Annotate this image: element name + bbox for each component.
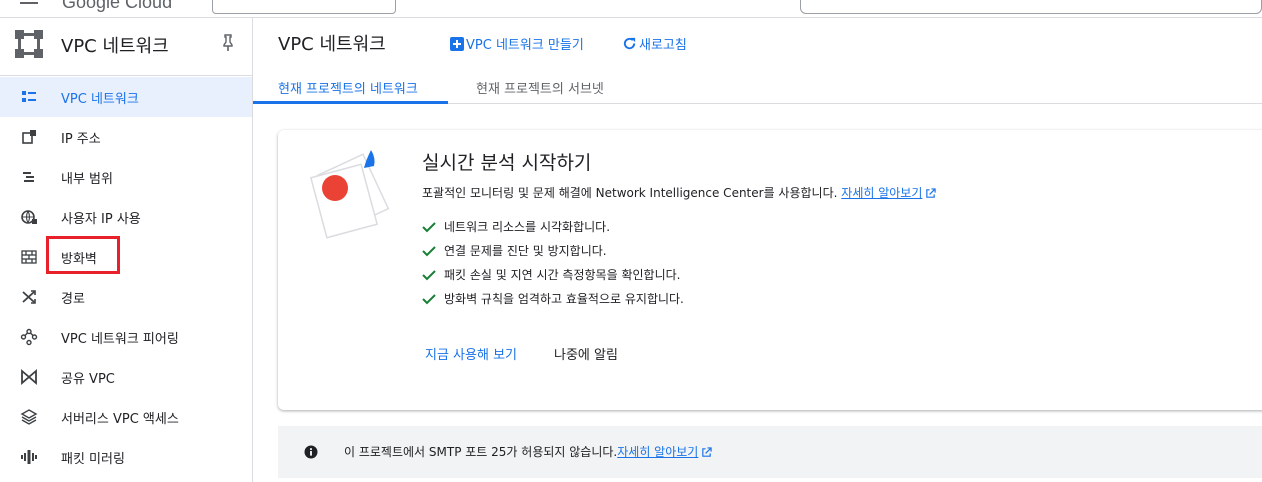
check-icon <box>422 293 436 304</box>
internal-range-icon <box>23 172 34 182</box>
google-cloud-logo[interactable]: Google Cloud <box>62 0 172 13</box>
page-title: VPC 네트워크 <box>278 34 386 55</box>
firewall-highlight-box <box>46 236 120 274</box>
feature-text: 연결 문제를 진단 및 방지합니다. <box>444 244 607 258</box>
tab-current-project-networks[interactable]: 현재 프로젝트의 네트워크 <box>278 78 418 97</box>
sidebar-item-vpc-network[interactable]: VPC 네트워크 <box>0 77 252 117</box>
sidebar-item-byoip[interactable]: 사용자 IP 사용 <box>0 197 252 237</box>
card-description-text: 포괄적인 모니터링 및 문제 해결에 Network Intelligence … <box>422 186 838 200</box>
check-icon <box>422 221 436 232</box>
search-bar[interactable] <box>800 0 1262 14</box>
remind-later-button[interactable]: 나중에 알림 <box>554 344 618 363</box>
sidebar-item-label: 서버리스 VPC 액세스 <box>61 412 179 427</box>
feature-text: 방화벽 규칙을 엄격하고 효율적으로 유지합니다. <box>444 292 684 306</box>
sidebar-item-serverless-vpc[interactable]: 서버리스 VPC 액세스 <box>0 397 252 437</box>
vpc-network-icon <box>22 91 36 102</box>
card-heading: 실시간 분석 시작하기 <box>422 152 592 174</box>
external-link-icon <box>702 447 713 457</box>
hamburger-menu-icon[interactable] <box>20 0 38 4</box>
banner-text: 이 프로젝트에서 SMTP 포트 25가 허용되지 않습니다. <box>344 445 618 459</box>
ip-address-icon <box>22 130 36 144</box>
sidebar-item-routes[interactable]: 경로 <box>0 277 252 317</box>
network-intelligence-card: 실시간 분석 시작하기 포괄적인 모니터링 및 문제 해결에 Network I… <box>278 130 1262 410</box>
packet-mirroring-icon <box>21 450 37 464</box>
sidebar-item-label: 경로 <box>61 292 85 307</box>
sidebar: VPC 네트워크 VPC 네트워크 IP 주소 내부 범위 사용자 IP 사용 … <box>0 18 253 482</box>
check-icon <box>422 269 436 280</box>
sidebar-item-ip-address[interactable]: IP 주소 <box>0 117 252 157</box>
active-tab-indicator <box>253 101 448 104</box>
pin-icon[interactable] <box>221 34 235 52</box>
sidebar-item-internal-range[interactable]: 내부 범위 <box>0 157 252 197</box>
tab-current-project-subnets[interactable]: 현재 프로젝트의 서브넷 <box>476 78 604 97</box>
external-link-icon <box>926 188 937 198</box>
sidebar-item-peering[interactable]: VPC 네트워크 피어링 <box>0 317 252 357</box>
feature-check-item: 네트워크 리소스를 시각화합니다. <box>422 218 610 235</box>
sidebar-item-firewall[interactable]: 방화벽 <box>0 237 252 277</box>
sidebar-item-label: 패킷 미러링 <box>61 452 125 467</box>
feature-text: 네트워크 리소스를 시각화합니다. <box>444 220 611 234</box>
sidebar-item-label: VPC 네트워크 피어링 <box>61 332 179 347</box>
sidebar-item-label: 공유 VPC <box>61 372 115 387</box>
banner-learn-more-link[interactable]: 자세히 알아보기 <box>617 445 698 459</box>
info-icon <box>304 445 318 459</box>
refresh-button[interactable]: 새로고침 <box>622 34 687 53</box>
banner-message: 이 프로젝트에서 SMTP 포트 25가 허용되지 않습니다.자세히 알아보기 <box>344 443 713 460</box>
sidebar-item-label: IP 주소 <box>61 132 101 147</box>
shared-vpc-icon <box>21 369 37 385</box>
vpc-product-icon <box>15 30 43 58</box>
tab-bar: 현재 프로젝트의 네트워크 현재 프로젝트의 서브넷 <box>253 66 1262 104</box>
sidebar-item-label: 사용자 IP 사용 <box>61 212 141 227</box>
analysis-illustration <box>309 150 390 239</box>
smtp-info-banner: 이 프로젝트에서 SMTP 포트 25가 허용되지 않습니다.자세히 알아보기 <box>278 426 1262 478</box>
create-vpc-network-label: VPC 네트워크 만들기 <box>466 38 584 53</box>
refresh-label: 새로고침 <box>639 38 687 53</box>
top-bar: Google Cloud <box>0 0 1262 18</box>
feature-check-item: 방화벽 규칙을 엄격하고 효율적으로 유지합니다. <box>422 290 684 307</box>
firewall-icon <box>21 250 37 264</box>
serverless-icon <box>20 409 38 425</box>
learn-more-link[interactable]: 자세히 알아보기 <box>841 186 922 200</box>
sidebar-item-shared-vpc[interactable]: 공유 VPC <box>0 357 252 397</box>
sidebar-item-label: 내부 범위 <box>61 172 113 187</box>
sidebar-item-label: VPC 네트워크 <box>61 92 139 107</box>
create-vpc-network-button[interactable]: VPC 네트워크 만들기 <box>450 34 584 53</box>
card-description: 포괄적인 모니터링 및 문제 해결에 Network Intelligence … <box>422 184 937 201</box>
add-box-icon <box>450 36 464 51</box>
peering-icon <box>20 328 38 346</box>
feature-check-item: 패킷 손실 및 지연 시간 측정항목을 확인합니다. <box>422 266 680 283</box>
sidebar-item-packet-mirroring[interactable]: 패킷 미러링 <box>0 437 252 477</box>
route-icon <box>22 290 36 304</box>
project-selector[interactable] <box>212 0 396 14</box>
sidebar-title: VPC 네트워크 <box>61 36 169 57</box>
feature-text: 패킷 손실 및 지연 시간 측정항목을 확인합니다. <box>444 268 681 282</box>
try-now-button[interactable]: 지금 사용해 보기 <box>425 344 517 363</box>
feature-check-item: 연결 문제를 진단 및 방지합니다. <box>422 242 607 259</box>
check-icon <box>422 245 436 256</box>
refresh-icon <box>623 37 636 50</box>
sidebar-header: VPC 네트워크 <box>0 18 252 76</box>
globe-icon <box>21 210 37 224</box>
